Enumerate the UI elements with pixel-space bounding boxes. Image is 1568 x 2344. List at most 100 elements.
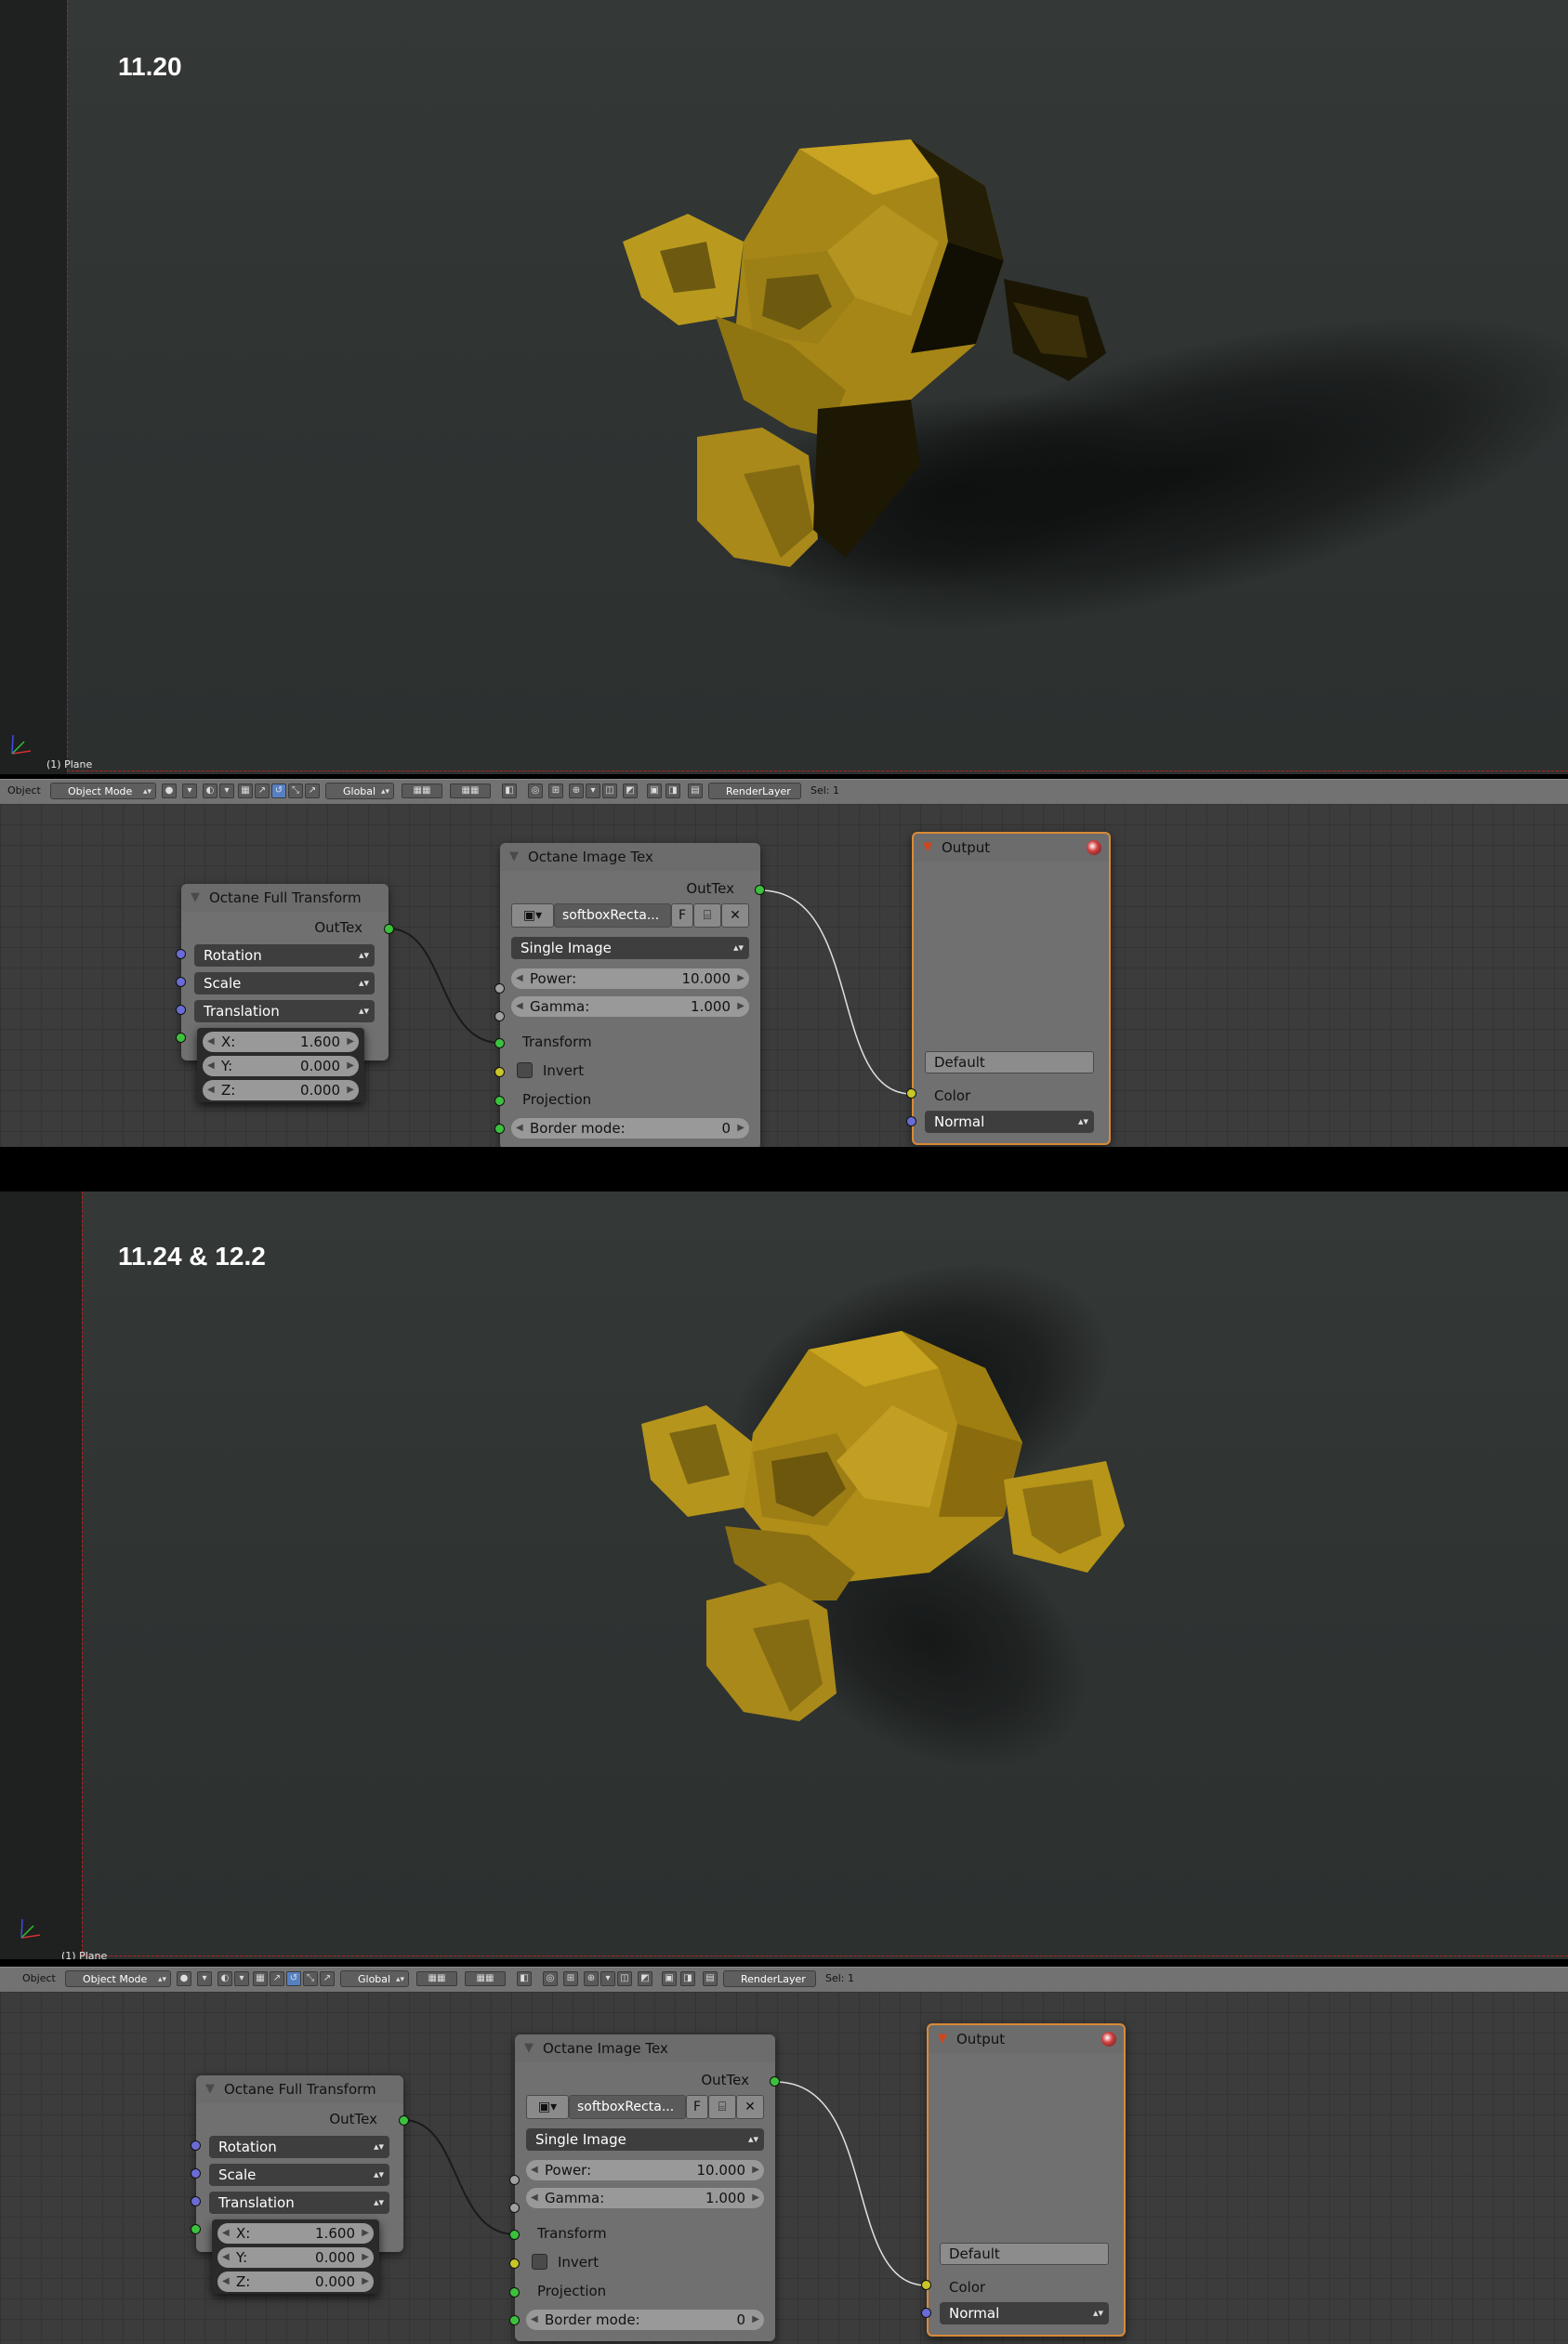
viewport-shading-icon[interactable]: ● [162,784,177,798]
power-socket[interactable] [494,983,505,994]
orientation-dropdown[interactable]: Global ▴▾ [340,1970,409,1987]
y-field[interactable]: ◀ Y: 0.000 ▶ [203,1056,359,1076]
collapse-triangle-icon[interactable]: ▼ [524,2035,534,2062]
right-arrow-icon[interactable]: ▶ [347,1056,354,1076]
default-field[interactable]: Default [940,2243,1109,2265]
power-field[interactable]: ◀ Power: 10.000 ▶ [511,968,749,989]
octane-image-tex-node[interactable]: ▼ Octane Image Tex OutTex ▣▾ softboxRecta… [500,843,760,1147]
proportional-edit-icon[interactable]: ◎ [543,1971,558,1986]
snap-toggle-icon[interactable]: ⊕ [584,1971,599,1986]
right-arrow-icon[interactable]: ▶ [362,2272,369,2292]
open-image-icon[interactable]: ⌸ [708,2095,736,2119]
output-socket[interactable] [384,924,394,934]
render-region-icon[interactable]: ▣ [647,784,662,798]
collapse-triangle-icon[interactable]: ▼ [938,2025,947,2053]
right-arrow-icon[interactable]: ▶ [752,2310,759,2330]
left-arrow-icon[interactable]: ◀ [531,2160,538,2180]
snap-element-icon[interactable]: ⊞ [548,784,563,798]
invert-checkbox[interactable] [532,2254,547,2270]
normal-socket[interactable] [906,1116,916,1126]
fake-user-button[interactable]: F [671,903,693,928]
left-arrow-icon[interactable]: ◀ [207,1056,215,1076]
3d-viewport[interactable]: 11.24 & 12.2 (1) Plane [0,1192,1568,1959]
right-arrow-icon[interactable]: ▶ [752,2188,759,2208]
octane-image-tex-node[interactable]: ▼ Octane Image Tex OutTex ▣▾ softboxRecta… [515,2035,775,2341]
normal-dropdown[interactable]: Normal ▴▾ [940,2302,1109,2324]
scale-manipulator-icon[interactable]: ⤡ [288,784,303,798]
camera-render-icon[interactable]: ◩ [623,784,638,798]
normal-dropdown[interactable]: Normal ▴▾ [925,1111,1094,1133]
x-field[interactable]: ◀ X: 1.600 ▶ [203,1032,359,1052]
open-image-icon[interactable]: ⌸ [693,903,721,928]
color-socket[interactable] [906,1088,916,1099]
node-header[interactable]: ▼ Octane Image Tex [515,2035,775,2062]
invert-socket[interactable] [494,1067,505,1077]
viewport-shading-icon[interactable]: ● [177,1971,191,1986]
y-field[interactable]: ◀ Y: 0.000 ▶ [217,2247,374,2268]
border-mode-field[interactable]: ◀ Border mode: 0 ▶ [511,1118,749,1139]
gamma-socket[interactable] [509,2203,520,2213]
output-socket[interactable] [399,2115,409,2126]
image-name-field[interactable]: softboxRecta... [554,903,671,928]
translation-socket[interactable] [176,1005,186,1015]
image-name-field[interactable]: softboxRecta... [569,2095,686,2119]
image-browse-icon[interactable]: ▣▾ [526,2095,569,2119]
input-socket[interactable] [191,2224,201,2234]
updown-arrow-icon[interactable]: ▾ [600,1971,615,1986]
render-animation-icon[interactable]: ◨ [665,784,680,798]
material-sphere-icon[interactable] [1101,2032,1116,2047]
left-arrow-icon[interactable]: ◀ [516,968,523,989]
border-mode-field[interactable]: ◀ Border mode: 0 ▶ [526,2310,764,2330]
render-region-icon[interactable]: ▣ [662,1971,677,1986]
input-socket[interactable] [176,1033,186,1043]
left-arrow-icon[interactable]: ◀ [207,1032,215,1052]
layers-grid-icon[interactable]: ▦▦ [416,1971,457,1986]
left-arrow-icon[interactable]: ◀ [531,2310,538,2330]
mode-dropdown[interactable]: Object Mode ▴▾ [50,783,156,799]
scale-socket[interactable] [176,977,186,987]
output-node[interactable]: ▼ Output Default Color Normal ▴▾ [927,2023,1126,2337]
left-arrow-icon[interactable]: ◀ [222,2272,230,2292]
updown-arrow-icon[interactable]: ▾ [234,1971,249,1986]
orientation-dropdown[interactable]: Global ▴▾ [325,783,394,799]
default-field[interactable]: Default [925,1051,1094,1073]
render-preview-icon[interactable]: ◫ [602,784,617,798]
invert-socket[interactable] [509,2258,520,2269]
right-arrow-icon[interactable]: ▶ [737,1118,744,1139]
material-sphere-icon[interactable] [1087,840,1101,855]
node-header[interactable]: ▼ Octane Image Tex [500,843,760,871]
close-icon[interactable]: ✕ [721,903,749,928]
node-header[interactable]: ▼ Output [914,834,1109,862]
gamma-field[interactable]: ◀ Gamma: 1.000 ▶ [526,2188,764,2208]
invert-checkbox[interactable] [517,1062,533,1078]
image-browse-icon[interactable]: ▣▾ [511,903,554,928]
output-socket[interactable] [770,2076,780,2087]
object-menu[interactable]: Object [22,1972,56,1984]
pivot-point-icon[interactable]: ◐ [217,1971,232,1986]
close-icon[interactable]: ✕ [736,2095,764,2119]
scale-manipulator-icon[interactable]: ⤡ [303,1971,318,1986]
pivot-point-icon[interactable]: ◐ [203,784,217,798]
output-socket[interactable] [755,885,765,895]
z-field[interactable]: ◀ Z: 0.000 ▶ [203,1080,359,1100]
fake-user-button[interactable]: F [686,2095,708,2119]
normal-socket[interactable] [921,2308,931,2318]
collapse-triangle-icon[interactable]: ▼ [191,884,200,912]
right-arrow-icon[interactable]: ▶ [362,2247,369,2268]
node-header[interactable]: ▼ Octane Full Transform [181,884,389,912]
node-editor[interactable]: ▼ Octane Full Transform OutTex Rotation ▴▾… [0,1992,1568,2344]
right-arrow-icon[interactable]: ▶ [737,968,744,989]
transform-socket[interactable] [509,2230,520,2240]
left-arrow-icon[interactable]: ◀ [207,1080,215,1100]
rotation-socket[interactable] [176,949,186,959]
camera-render-icon[interactable]: ◩ [638,1971,652,1986]
proportional-edit-icon[interactable]: ◎ [528,784,543,798]
translate-manipulator-icon[interactable]: ↗ [255,784,270,798]
left-arrow-icon[interactable]: ◀ [222,2247,230,2268]
transform-socket[interactable] [494,1038,505,1048]
rotate-manipulator-icon[interactable]: ↺ [271,784,286,798]
mode-dropdown[interactable]: Object Mode ▴▾ [65,1970,171,1987]
image-mode-dropdown[interactable]: Single Image ▴▾ [526,2128,764,2151]
updown-arrow-icon[interactable]: ▾ [586,784,600,798]
render-preview-icon[interactable]: ◫ [617,1971,632,1986]
